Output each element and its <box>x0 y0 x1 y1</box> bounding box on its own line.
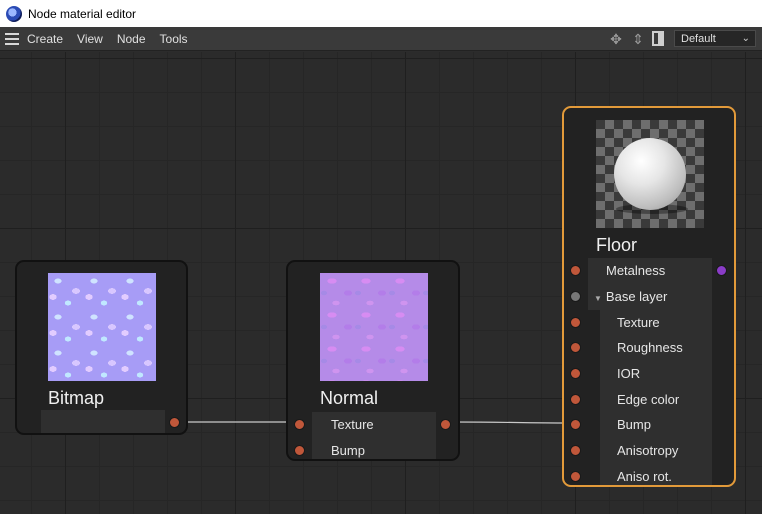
metalness-input-port[interactable] <box>570 265 581 276</box>
cinema4d-app-icon <box>6 5 22 22</box>
floor-row-edge-color[interactable]: Edge color <box>564 387 734 413</box>
layout-select-value: Default <box>681 32 716 45</box>
material-sphere-preview <box>614 138 686 210</box>
window-title: Node material editor <box>28 6 137 21</box>
normal-input-texture[interactable]: Texture <box>288 412 458 438</box>
normal-preview-image <box>320 273 428 381</box>
roughness-input-port[interactable] <box>570 342 581 353</box>
hamburger-menu-icon[interactable] <box>5 32 19 45</box>
title-bar: Node material editor <box>0 0 762 27</box>
menu-tools[interactable]: Tools <box>160 32 188 46</box>
menu-node[interactable]: Node <box>117 32 146 46</box>
normal-input-bump[interactable]: Bump <box>288 438 458 459</box>
edge-color-input-port[interactable] <box>570 394 581 405</box>
floor-row-bump[interactable]: Bump <box>564 412 734 438</box>
menu-create[interactable]: Create <box>27 32 63 46</box>
base-layer-label: ▼ Base layer <box>594 289 668 304</box>
anisotropy-label: Anisotropy <box>617 443 679 458</box>
bump-input-port[interactable] <box>570 419 581 430</box>
menu-bar: Create View Node Tools ✥ ⇕ Default ⌄ <box>0 27 762 51</box>
floor-material-preview <box>596 120 704 228</box>
texture-input-port[interactable] <box>570 317 581 328</box>
floor-row-aniso-rot[interactable]: Aniso rot. <box>564 464 734 485</box>
aniso-rot-label: Aniso rot. <box>617 469 672 484</box>
floor-row-metalness[interactable]: Metalness <box>564 258 734 284</box>
roughness-label: Roughness <box>617 340 683 355</box>
panel-layout-icon[interactable] <box>652 31 664 46</box>
move-view-icon[interactable]: ✥ <box>608 31 624 47</box>
normal-output-port[interactable] <box>440 419 451 430</box>
material-output-port[interactable] <box>716 265 727 276</box>
base-layer-input-port[interactable] <box>570 291 581 302</box>
chevron-down-icon: ⌄ <box>741 33 750 44</box>
bitmap-node-title: Bitmap <box>48 388 105 408</box>
normal-node[interactable]: Normal Texture Bump <box>286 260 460 461</box>
aniso-rot-input-port[interactable] <box>570 471 581 482</box>
layout-select[interactable]: Default ⌄ <box>674 30 756 47</box>
texture-label: Texture <box>617 315 660 330</box>
normal-node-title: Normal <box>320 388 379 408</box>
ior-input-port[interactable] <box>570 368 581 379</box>
floor-row-texture[interactable]: Texture <box>564 310 734 336</box>
metalness-label: Metalness <box>606 263 666 278</box>
normal-bump-input-port[interactable] <box>294 445 305 456</box>
floor-row-roughness[interactable]: Roughness <box>564 335 734 361</box>
bitmap-output-row <box>17 410 186 433</box>
normal-bump-label: Bump <box>331 443 365 458</box>
floor-row-anisotropy[interactable]: Anisotropy <box>564 438 734 464</box>
bitmap-node[interactable]: Bitmap <box>15 260 188 435</box>
collapse-triangle-icon[interactable]: ▼ <box>594 294 602 303</box>
bitmap-output-port[interactable] <box>169 417 180 428</box>
floor-material-node[interactable]: Floor Metalness ▼ Base layer Texture Roug… <box>562 106 736 487</box>
normal-texture-input-port[interactable] <box>294 419 305 430</box>
normal-texture-label: Texture <box>331 417 374 432</box>
node-canvas[interactable]: Bitmap Normal Texture Bump Floor Metalne… <box>0 52 762 514</box>
anisotropy-input-port[interactable] <box>570 445 581 456</box>
pan-vertical-icon[interactable]: ⇕ <box>630 31 646 47</box>
edge-color-label: Edge color <box>617 392 680 407</box>
floor-node-title: Floor <box>596 235 638 255</box>
floor-row-base-layer[interactable]: ▼ Base layer <box>564 284 734 310</box>
ior-label: IOR <box>617 366 641 381</box>
floor-row-ior[interactable]: IOR <box>564 361 734 387</box>
bitmap-preview-image <box>48 273 156 381</box>
wire-normal-to-floor <box>451 421 571 424</box>
menu-view[interactable]: View <box>77 32 103 46</box>
bump-label: Bump <box>617 417 651 432</box>
